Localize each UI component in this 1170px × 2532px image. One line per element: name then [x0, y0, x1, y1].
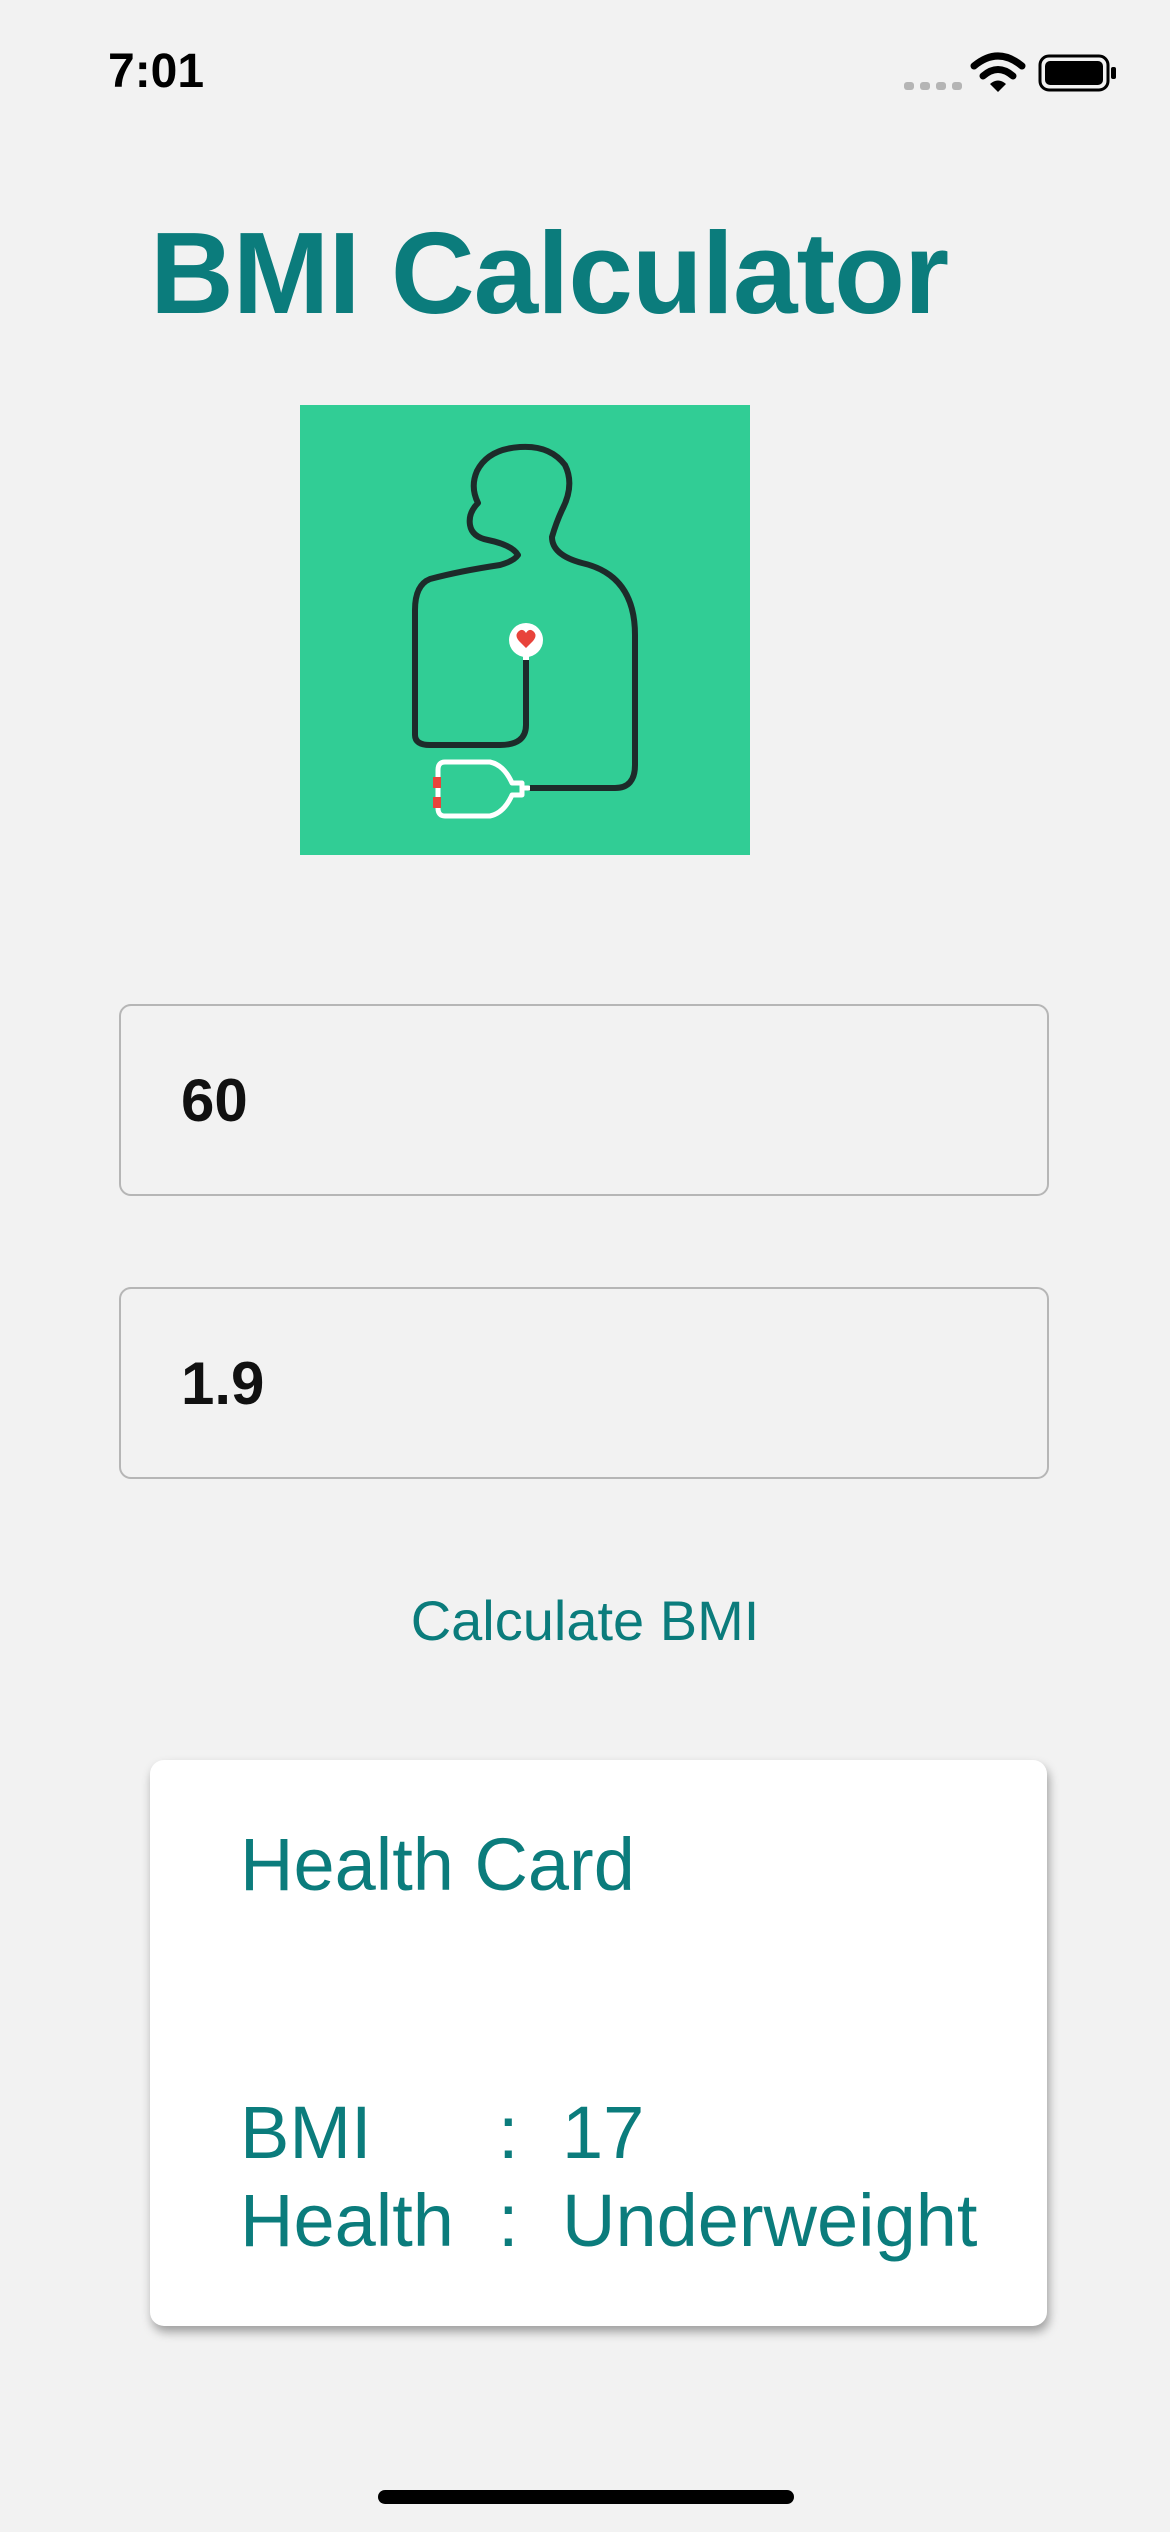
- bmi-label: BMI: [240, 2091, 372, 2174]
- health-label: Health: [240, 2179, 454, 2262]
- health-separator: :: [498, 2179, 519, 2262]
- health-card: Health Card BMI : 17 Health : Underweigh…: [150, 1760, 1047, 2326]
- height-field-container: [119, 1287, 1049, 1479]
- wifi-icon: [970, 52, 1026, 92]
- bmi-separator: :: [498, 2091, 519, 2174]
- page-title: BMI Calculator: [150, 208, 949, 338]
- stethoscope-body-icon: [412, 443, 638, 819]
- weight-input[interactable]: [181, 1006, 1001, 1194]
- calculate-bmi-button[interactable]: Calculate BMI: [0, 1588, 1170, 1653]
- weight-field-container: [119, 1004, 1049, 1196]
- health-illustration: [300, 405, 750, 855]
- health-value: Underweight: [562, 2179, 978, 2262]
- cellular-signal-icon: [904, 82, 962, 90]
- bmi-value: 17: [562, 2091, 645, 2174]
- status-bar: 7:01: [0, 0, 1170, 140]
- status-time: 7:01: [108, 45, 205, 98]
- height-input[interactable]: [181, 1289, 1001, 1477]
- battery-icon: [1038, 54, 1116, 92]
- health-card-title: Health Card: [240, 1823, 635, 1906]
- home-indicator[interactable]: [378, 2490, 794, 2504]
